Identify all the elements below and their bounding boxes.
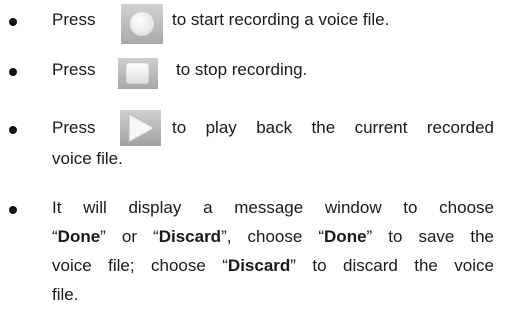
- item-2-text: to stop recording.: [176, 60, 308, 79]
- bullet: [9, 68, 17, 76]
- discard-label: Discard: [158, 227, 222, 246]
- done-label: Done: [324, 227, 367, 246]
- play-triangle-icon: [120, 110, 161, 146]
- record-circle-icon: [121, 4, 163, 44]
- bullet: [9, 206, 17, 214]
- bullet: [9, 18, 17, 26]
- item-3-text: to play back the current recorded: [172, 118, 494, 137]
- item-3-text-cont: voice file.: [52, 149, 123, 168]
- item-4-line-1: It will display a message window to choo…: [52, 198, 494, 217]
- done-label: Done: [57, 227, 101, 246]
- item-1-press: Press: [52, 10, 96, 29]
- item-4-line-3: voice file; choose “Discard” to discard …: [52, 256, 494, 275]
- stop-square-icon: [118, 58, 158, 89]
- item-4-line-4: file.: [52, 285, 79, 304]
- item-2-press: Press: [52, 60, 96, 79]
- item-3-press: Press: [52, 118, 96, 137]
- discard-label: Discard: [227, 256, 291, 275]
- item-4-line-2: “Done” or “Discard”, choose “Done” to sa…: [52, 227, 495, 246]
- item-1-text: to start recording a voice file.: [172, 10, 390, 29]
- bullet: [9, 126, 17, 134]
